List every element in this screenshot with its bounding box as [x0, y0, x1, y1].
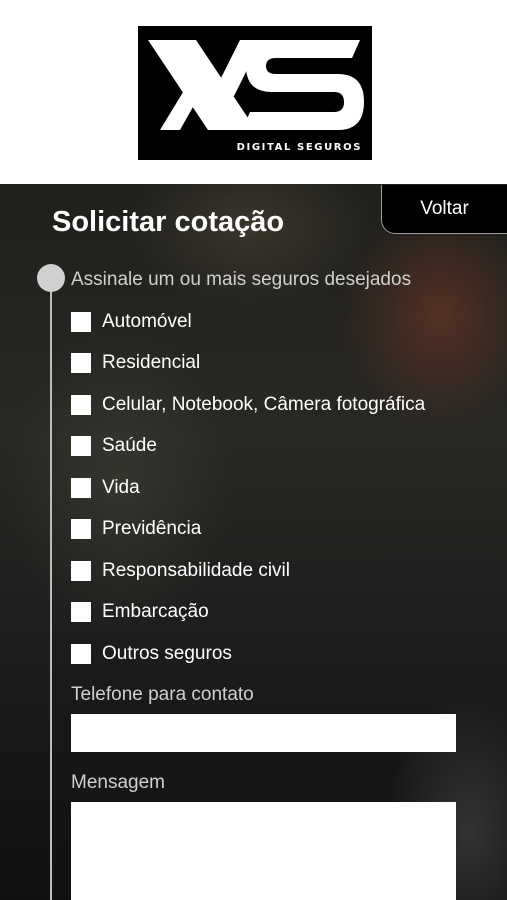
back-button[interactable]: Voltar [381, 185, 507, 234]
option-label: Outros seguros [102, 643, 232, 664]
message-label: Mensagem [71, 772, 165, 793]
checkbox[interactable] [71, 602, 91, 622]
checkbox[interactable] [71, 519, 91, 539]
option-label: Vida [102, 477, 140, 498]
checkbox[interactable] [71, 644, 91, 664]
option-outros-seguros[interactable]: Outros seguros [71, 642, 232, 666]
phone-input[interactable] [71, 714, 456, 752]
brand-logo[interactable]: DIGITAL SEGUROS [138, 26, 372, 160]
timeline-step-dot [37, 264, 65, 292]
option-vida[interactable]: Vida [71, 476, 140, 500]
option-previdencia[interactable]: Previdência [71, 517, 201, 541]
option-automovel[interactable]: Automóvel [71, 310, 192, 334]
option-label: Saúde [102, 435, 157, 456]
checkbox[interactable] [71, 478, 91, 498]
option-saude[interactable]: Saúde [71, 434, 157, 458]
option-embarcacao[interactable]: Embarcação [71, 600, 209, 624]
page-title: Solicitar cotação [52, 206, 285, 238]
checkbox[interactable] [71, 436, 91, 456]
instruction-text: Assinale um ou mais seguros desejados [71, 269, 412, 290]
option-responsabilidade-civil[interactable]: Responsabilidade civil [71, 559, 290, 583]
message-textarea[interactable] [71, 802, 456, 900]
phone-label: Telefone para contato [71, 684, 254, 705]
option-label: Celular, Notebook, Câmera fotográfica [102, 394, 426, 415]
option-residencial[interactable]: Residencial [71, 351, 200, 375]
option-label: Embarcação [102, 601, 209, 622]
quote-panel: Solicitar cotação Voltar Assinale um ou … [0, 184, 507, 900]
option-label: Automóvel [102, 311, 192, 332]
option-label: Previdência [102, 518, 202, 539]
option-label: Responsabilidade civil [102, 560, 290, 581]
checkbox[interactable] [71, 561, 91, 581]
checkbox[interactable] [71, 353, 91, 373]
checkbox[interactable] [71, 312, 91, 332]
timeline-line [50, 278, 52, 900]
xs-logo-mark [148, 40, 364, 130]
header: DIGITAL SEGUROS [0, 0, 507, 184]
logo-subtitle: DIGITAL SEGUROS [236, 142, 362, 153]
checkbox[interactable] [71, 395, 91, 415]
option-celular-notebook-camera[interactable]: Celular, Notebook, Câmera fotográfica [71, 393, 425, 417]
option-label: Residencial [102, 352, 201, 373]
